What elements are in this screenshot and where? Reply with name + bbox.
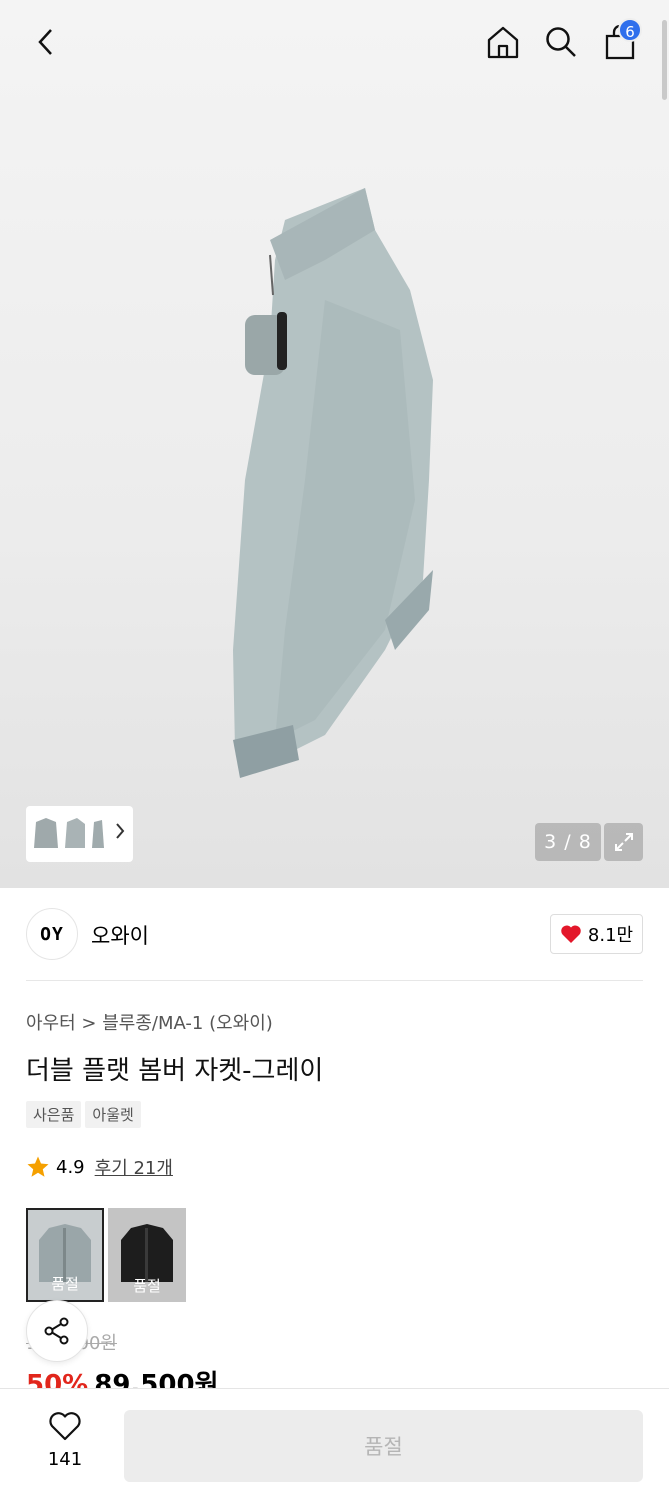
heart-filled-icon	[561, 925, 581, 943]
scrollbar[interactable]	[662, 20, 667, 100]
brand-like-count: 8.1만	[587, 925, 634, 946]
heart-outline-icon	[49, 1412, 81, 1441]
back-button[interactable]	[26, 22, 66, 62]
breadcrumb[interactable]: 아우터 > 블루종/MA-1 (오와이)	[26, 1009, 273, 1035]
image-counter: 3 / 8	[535, 823, 601, 861]
sold-out-button[interactable]: 품절	[124, 1410, 643, 1482]
share-button[interactable]	[26, 1300, 88, 1362]
cart-button[interactable]: 6	[600, 18, 642, 62]
cart-count-badge: 6	[618, 18, 642, 42]
brand-logo[interactable]: OY	[26, 908, 78, 960]
wishlist-count: 141	[47, 1449, 83, 1470]
product-image	[233, 188, 433, 778]
thumbnail-jacket	[34, 818, 58, 848]
rating-row: 4.9 후기 21개	[26, 1154, 173, 1180]
top-navigation-bar: 6	[0, 0, 669, 86]
expand-button[interactable]	[604, 823, 643, 861]
brand-like-button[interactable]: 8.1만	[550, 914, 643, 954]
color-option-gray[interactable]: 품절	[26, 1208, 104, 1302]
rating-value: 4.9	[56, 1156, 85, 1178]
product-title: 더블 플랫 봄버 자켓-그레이	[26, 1056, 324, 1086]
search-button[interactable]	[541, 22, 581, 62]
review-link[interactable]: 후기 21개	[95, 1154, 173, 1180]
divider	[26, 980, 643, 981]
home-button[interactable]	[483, 22, 523, 62]
brand-name[interactable]: 오와이	[91, 920, 149, 950]
thumbnail-jacket	[92, 820, 104, 848]
tag-gift: 사은품	[26, 1101, 82, 1128]
share-icon	[44, 1317, 69, 1345]
back-arrow-icon	[38, 29, 52, 55]
chevron-right-icon	[116, 823, 125, 839]
thumbnail-jacket	[65, 818, 85, 848]
star-icon	[27, 1156, 49, 1177]
tag-outlet: 아울렛	[85, 1101, 141, 1128]
expand-icon	[614, 833, 633, 851]
product-tags: 사은품 아울렛	[26, 1101, 141, 1128]
product-image-gallery[interactable]: 3 / 8	[0, 0, 669, 888]
color-option-black[interactable]: 품절	[108, 1208, 186, 1302]
sold-out-label: 품절	[51, 1275, 79, 1293]
color-options: 품절 품절	[26, 1208, 186, 1302]
home-icon	[487, 26, 519, 59]
thumbnail-strip[interactable]	[26, 806, 133, 862]
sold-out-label: 품절	[133, 1277, 161, 1295]
bottom-action-bar: 141 품절	[0, 1388, 669, 1500]
brand-row: OY 오와이 8.1만	[26, 906, 643, 962]
wishlist-button[interactable]: 141	[30, 1411, 100, 1470]
search-icon	[546, 27, 576, 57]
